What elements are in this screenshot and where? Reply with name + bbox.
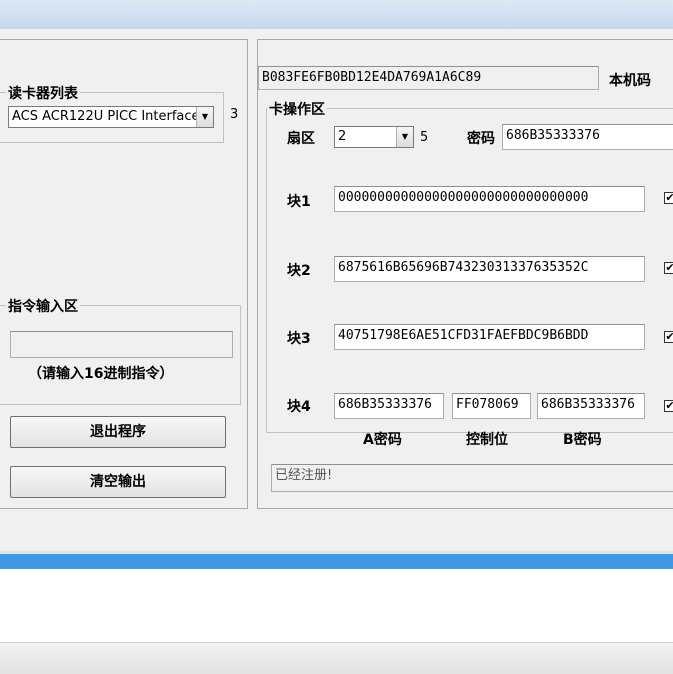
reader-count: 3: [230, 107, 239, 122]
reader-select[interactable]: ACS ACR122U PICC Interface ▼: [8, 106, 214, 128]
block4-label: 块4: [287, 399, 311, 415]
block3-label: 块3: [287, 331, 311, 347]
command-input-title: 指令输入区: [6, 296, 80, 316]
background-window-content: [0, 569, 673, 642]
command-hint: （请输入16进制指令）: [28, 366, 174, 382]
password-input[interactable]: 686B35333376: [502, 124, 673, 150]
block2-checkbox[interactable]: ✔: [664, 262, 673, 274]
key-b-label: B密码: [563, 432, 602, 448]
card-operation-title: 卡操作区: [267, 99, 327, 119]
sector-count: 5: [420, 130, 429, 145]
window-titlebar[interactable]: [0, 0, 673, 30]
background-window-titlebar: [0, 554, 673, 569]
block1-label: 块1: [287, 194, 311, 210]
chevron-down-icon[interactable]: ▼: [396, 127, 413, 147]
command-input-group: 指令输入区 （请输入16进制指令）: [0, 296, 241, 405]
key-a-input[interactable]: 686B35333376: [334, 393, 444, 419]
block1-checkbox[interactable]: ✔: [664, 192, 673, 204]
right-panel: B083FE6FB0BD12E4DA769A1A6C89 本机码 卡操作区 扇区…: [257, 39, 673, 509]
status-output[interactable]: 已经注册!: [271, 464, 673, 492]
background-window-bottom: [0, 642, 673, 674]
clear-output-button[interactable]: 清空输出: [10, 466, 226, 498]
left-panel: 读卡器列表 ACS ACR122U PICC Interface ▼ 3 指令输…: [0, 39, 248, 509]
password-label: 密码: [467, 131, 495, 147]
card-operation-group: 卡操作区 扇区 2 ▼ 5 密码 686B35333376 块1 0000000…: [266, 99, 673, 448]
key-a-label: A密码: [363, 432, 402, 448]
machine-code-label: 本机码: [609, 73, 651, 89]
reader-list-title: 读卡器列表: [6, 83, 80, 103]
block3-checkbox[interactable]: ✔: [664, 331, 673, 343]
sector-select[interactable]: 2 ▼: [334, 126, 414, 148]
command-input[interactable]: [10, 331, 233, 358]
sector-label: 扇区: [287, 131, 315, 147]
block1-input[interactable]: 00000000000000000000000000000000: [334, 186, 645, 212]
control-bits-label: 控制位: [466, 432, 508, 448]
key-b-input[interactable]: 686B35333376: [537, 393, 645, 419]
block2-label: 块2: [287, 263, 311, 279]
chevron-down-icon[interactable]: ▼: [196, 107, 213, 127]
reader-list-group: 读卡器列表 ACS ACR122U PICC Interface ▼: [0, 83, 224, 143]
sector-select-value: 2: [338, 129, 347, 144]
client-area: 读卡器列表 ACS ACR122U PICC Interface ▼ 3 指令输…: [0, 29, 673, 551]
block4-checkbox[interactable]: ✔: [664, 400, 673, 412]
reader-select-value: ACS ACR122U PICC Interface: [12, 109, 200, 124]
block3-input[interactable]: 40751798E6AE51CFD31FAEFBDC9B6BDD: [334, 324, 645, 350]
control-bits-input[interactable]: FF078069: [452, 393, 531, 419]
block2-input[interactable]: 6875616B65696B74323031337635352C: [334, 256, 645, 282]
exit-button[interactable]: 退出程序: [10, 416, 226, 448]
machine-code-field[interactable]: B083FE6FB0BD12E4DA769A1A6C89: [258, 66, 599, 90]
